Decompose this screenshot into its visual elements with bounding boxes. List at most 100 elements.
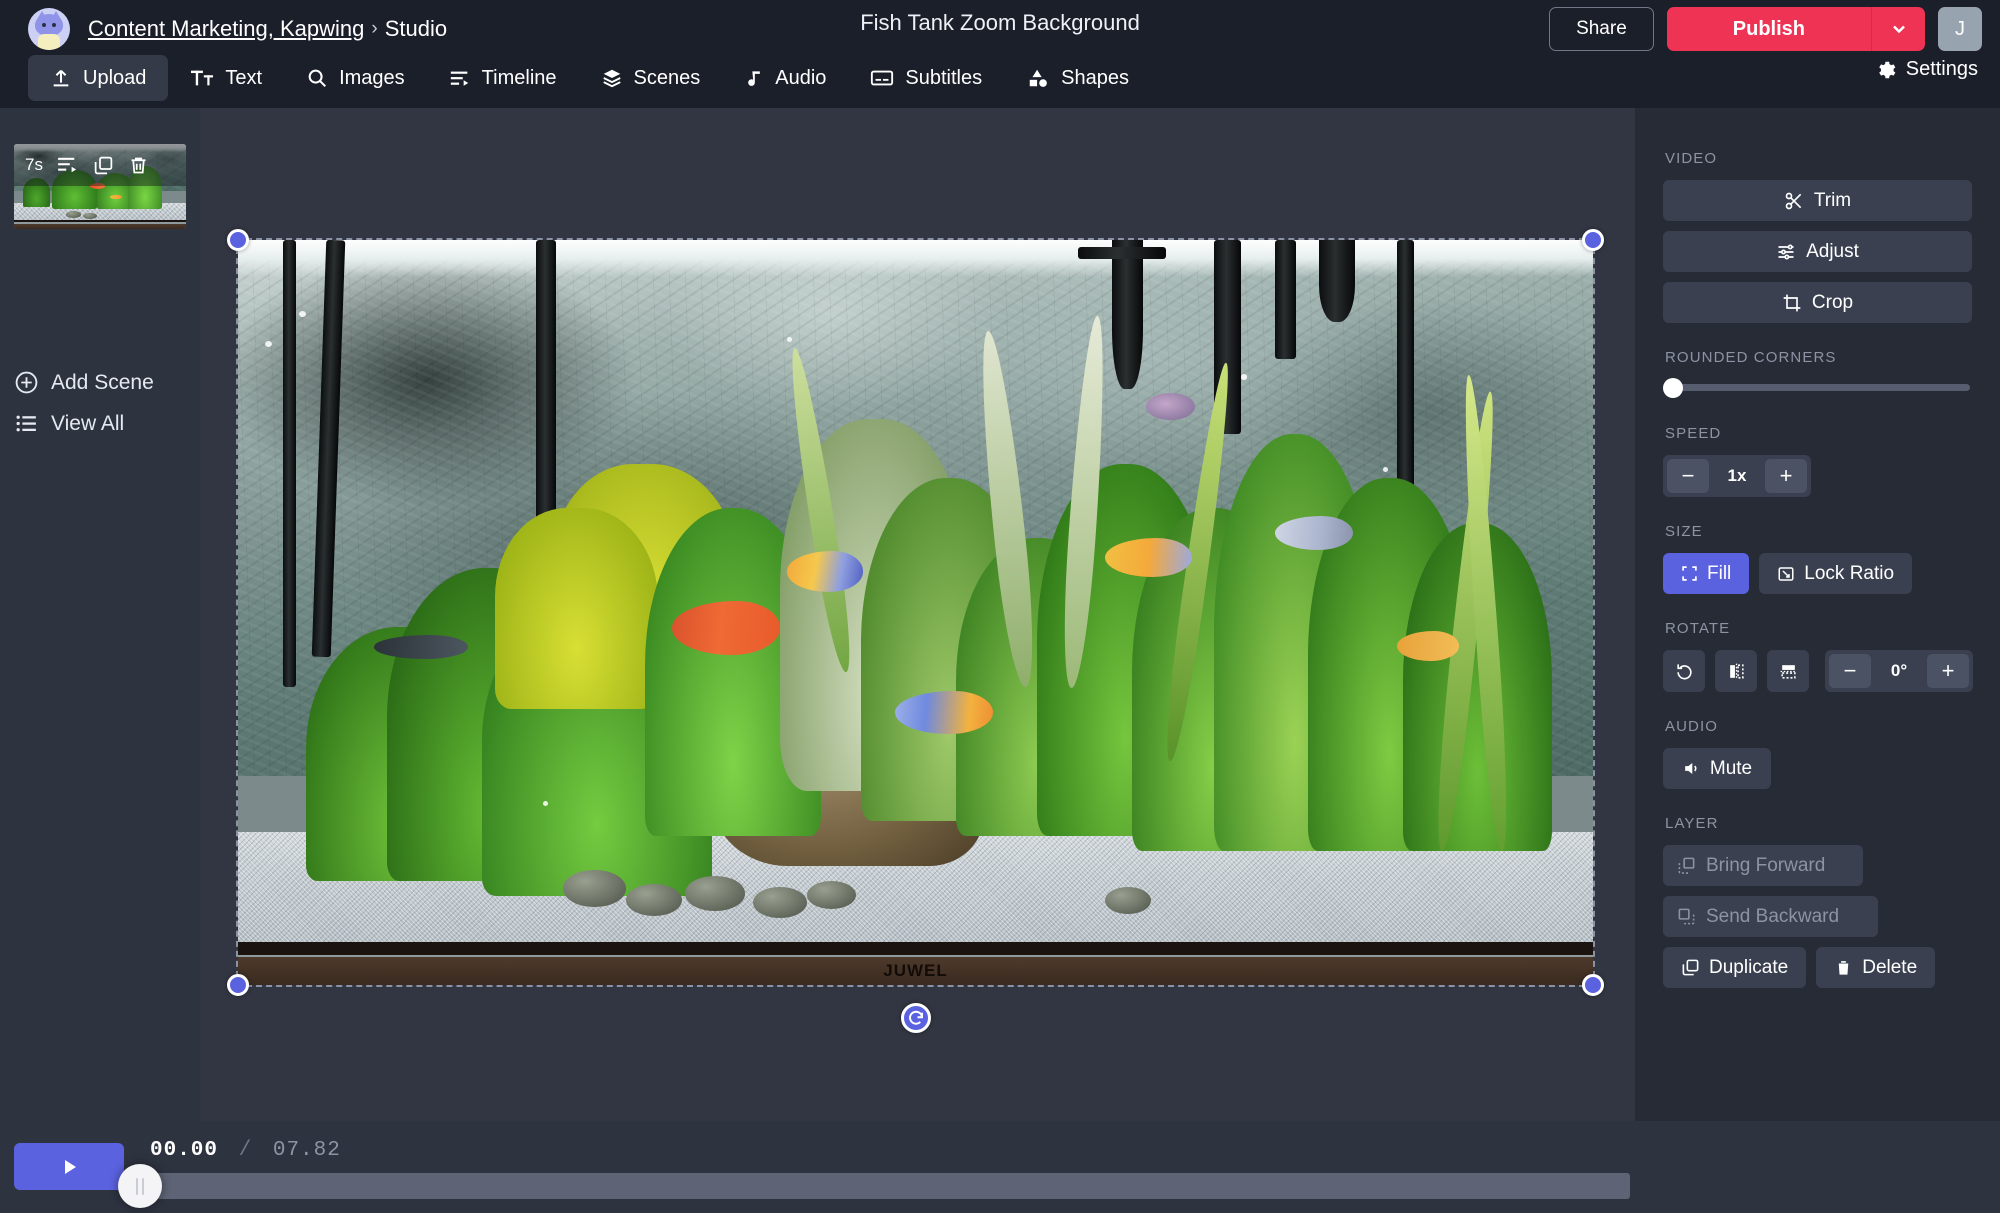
layer-label: Layer bbox=[1665, 815, 1719, 832]
tab-images-label: Images bbox=[339, 66, 405, 89]
scrubber-handle[interactable] bbox=[118, 1164, 162, 1208]
crop-button[interactable]: Crop bbox=[1663, 282, 1972, 323]
fish bbox=[671, 601, 780, 655]
trim-label: Trim bbox=[1813, 189, 1852, 211]
flip-horizontal-button[interactable] bbox=[1715, 650, 1757, 692]
resize-handle-bottom-left[interactable] bbox=[227, 974, 249, 996]
header-actions: Share Publish J bbox=[1549, 7, 1982, 51]
rotate-increase-button[interactable]: + bbox=[1927, 654, 1969, 688]
settings-button[interactable]: Settings bbox=[1874, 58, 1978, 81]
speed-label: Speed bbox=[1665, 425, 1722, 442]
tab-audio[interactable]: Audio bbox=[722, 55, 848, 101]
breadcrumb-workspace-link[interactable]: Content Marketing, Kapwing bbox=[88, 16, 364, 42]
tab-shapes-label: Shapes bbox=[1061, 66, 1129, 89]
tab-text-label: Text bbox=[225, 66, 263, 89]
audio-label: Audio bbox=[1665, 718, 1719, 735]
search-icon bbox=[308, 69, 327, 87]
rotate-value: 0° bbox=[1890, 661, 1908, 680]
rotate-handle[interactable] bbox=[900, 1003, 931, 1033]
tab-subtitles-label: Subtitles bbox=[905, 66, 983, 89]
rotate-90-button[interactable] bbox=[1663, 650, 1705, 692]
tab-upload[interactable]: Upload bbox=[28, 55, 169, 101]
breadcrumb: Content Marketing, Kapwing › Studio bbox=[28, 8, 447, 50]
publish-button[interactable]: Publish bbox=[1666, 7, 1871, 51]
speed-increase-button[interactable]: + bbox=[1765, 459, 1807, 493]
rotate-stepper: − 0° + bbox=[1825, 650, 1973, 692]
aquarium-image: JUWEL bbox=[238, 240, 1593, 985]
publish-group: Publish bbox=[1666, 7, 1925, 51]
gear-icon bbox=[1878, 61, 1896, 78]
rotate-icon bbox=[1676, 663, 1692, 679]
scene-duplicate-icon[interactable] bbox=[93, 155, 114, 176]
stone bbox=[563, 869, 626, 907]
speed-stepper: − 1x + bbox=[1663, 455, 1811, 497]
crop-icon bbox=[1783, 294, 1801, 311]
send-backward-icon bbox=[1678, 908, 1695, 925]
tab-scenes-label: Scenes bbox=[633, 66, 701, 89]
properties-panel: Video Trim Adjust Crop Rounded Corners S… bbox=[1635, 108, 2000, 1121]
add-scene-button[interactable]: Add Scene bbox=[14, 370, 154, 395]
rounded-corners-slider[interactable] bbox=[1663, 377, 1970, 398]
fill-label: Fill bbox=[1707, 562, 1732, 584]
size-label: Size bbox=[1665, 523, 1703, 540]
scrubber-track[interactable] bbox=[118, 1164, 1630, 1208]
time-separator: / bbox=[238, 1139, 253, 1162]
speaker-icon bbox=[1685, 762, 1697, 775]
delete-button[interactable]: Delete bbox=[1816, 947, 1936, 988]
tab-timeline[interactable]: Timeline bbox=[427, 55, 579, 101]
scene-duration: 7s bbox=[25, 155, 43, 174]
share-button[interactable]: Share bbox=[1549, 7, 1654, 51]
fish bbox=[1396, 631, 1459, 661]
resize-handle-bottom-right[interactable] bbox=[1582, 974, 1604, 996]
tab-scenes[interactable]: Scenes bbox=[579, 55, 723, 101]
send-backward-button[interactable]: Send Backward bbox=[1663, 896, 1878, 937]
resize-handle-top-left[interactable] bbox=[227, 229, 249, 251]
player-bar: 00.00 / 07.82 bbox=[0, 1121, 2000, 1213]
tab-images[interactable]: Images bbox=[284, 55, 427, 101]
scene-thumbnail[interactable]: 7s bbox=[14, 144, 186, 229]
tab-audio-label: Audio bbox=[775, 66, 827, 89]
resize-handle-top-right[interactable] bbox=[1582, 229, 1604, 251]
speed-decrease-button[interactable]: − bbox=[1667, 459, 1709, 493]
fish bbox=[1105, 538, 1192, 577]
duplicate-button[interactable]: Duplicate bbox=[1663, 947, 1807, 988]
video-preview: JUWEL bbox=[238, 240, 1593, 985]
tab-subtitles[interactable]: Subtitles bbox=[848, 55, 1004, 101]
fill-button[interactable]: Fill bbox=[1663, 553, 1750, 594]
delete-label: Delete bbox=[1862, 956, 1918, 978]
user-avatar[interactable]: J bbox=[1938, 7, 1982, 51]
selected-video-layer[interactable]: JUWEL bbox=[227, 229, 1604, 1033]
shapes-icon bbox=[1029, 69, 1048, 87]
tank-brand-label: JUWEL bbox=[883, 960, 948, 980]
play-button[interactable] bbox=[14, 1143, 124, 1190]
music-note-icon bbox=[748, 71, 761, 86]
bubble bbox=[298, 310, 306, 317]
mute-button[interactable]: Mute bbox=[1663, 748, 1771, 789]
trim-button[interactable]: Trim bbox=[1663, 180, 1972, 221]
flip-vertical-button[interactable] bbox=[1767, 650, 1809, 692]
rounded-corners-label: Rounded Corners bbox=[1665, 349, 1837, 366]
chevron-down-icon bbox=[1892, 25, 1905, 34]
tab-shapes[interactable]: Shapes bbox=[1004, 55, 1151, 101]
lock-ratio-label: Lock Ratio bbox=[1804, 562, 1895, 584]
view-all-button[interactable]: View All bbox=[14, 411, 124, 436]
plus-circle-icon bbox=[15, 371, 38, 394]
tab-text[interactable]: Text bbox=[168, 55, 284, 101]
rotate-decrease-button[interactable]: − bbox=[1829, 654, 1871, 688]
speed-value: 1x bbox=[1727, 466, 1747, 485]
publish-dropdown-button[interactable] bbox=[1871, 7, 1925, 51]
rotate-icon bbox=[908, 1010, 923, 1025]
video-section: Video Trim Adjust Crop bbox=[1663, 150, 1972, 323]
scene-delete-icon[interactable] bbox=[128, 155, 149, 176]
scene-reorder-icon[interactable] bbox=[57, 156, 79, 174]
lock-ratio-button[interactable]: Lock Ratio bbox=[1759, 553, 1913, 594]
canvas-area[interactable]: JUWEL bbox=[200, 108, 1635, 1121]
adjust-button[interactable]: Adjust bbox=[1663, 231, 1972, 272]
fish bbox=[786, 551, 863, 592]
rounded-corners-slider-knob[interactable] bbox=[1663, 377, 1683, 398]
layers-icon bbox=[602, 69, 621, 88]
list-icon bbox=[16, 415, 36, 432]
top-bar: Content Marketing, Kapwing › Studio Fish… bbox=[0, 0, 2000, 108]
bring-forward-button[interactable]: Bring Forward bbox=[1663, 845, 1863, 886]
scene-thumbnail-toolbar: 7s bbox=[14, 144, 186, 186]
